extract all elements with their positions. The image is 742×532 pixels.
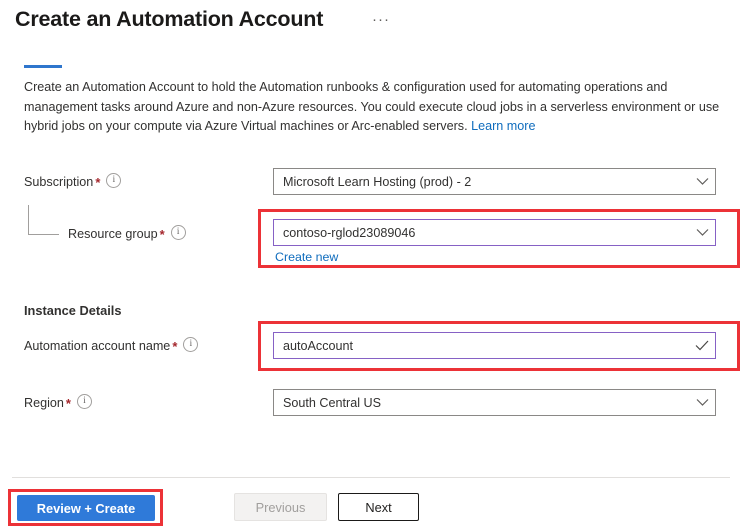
page-header: Create an Automation Account ··· [0,0,742,52]
chevron-down-icon [689,220,715,245]
region-label: Region * [24,394,92,412]
review-create-button[interactable]: Review + Create [17,495,155,521]
automation-account-name-label-text: Automation account name [24,339,171,353]
required-asterisk: * [159,227,165,242]
resource-group-label: Resource group * [68,225,186,243]
previous-button: Previous [234,493,327,521]
automation-account-name-input[interactable]: autoAccount [273,332,716,359]
required-asterisk: * [172,339,178,354]
region-row: Region* South Central US [0,389,742,416]
info-icon[interactable] [106,173,122,188]
create-automation-account-page: Create an Automation Account ··· Create … [0,0,742,532]
chevron-down-icon [689,169,715,194]
required-asterisk: * [65,396,71,411]
learn-more-link[interactable]: Learn more [471,119,535,133]
resource-group-value: contoso-rglod23089046 [283,225,416,240]
subscription-dropdown[interactable]: Microsoft Learn Hosting (prod) - 2 [273,168,716,195]
create-new-resource-group-link[interactable]: Create new [275,250,338,264]
automation-account-name-value: autoAccount [283,338,354,353]
info-icon[interactable] [183,337,199,352]
info-icon[interactable] [76,394,92,409]
region-label-text: Region [24,396,64,410]
subscription-row: Subscription* Microsoft Learn Hosting (p… [0,168,742,195]
instance-details-heading: Instance Details [24,303,122,318]
required-asterisk: * [95,175,101,190]
resource-group-label-text: Resource group [68,227,158,241]
footer-divider [12,477,730,478]
subscription-label-text: Subscription [24,175,94,189]
info-icon[interactable] [170,225,186,240]
region-dropdown[interactable]: South Central US [273,389,716,416]
chevron-down-icon [689,390,715,415]
subscription-label: Subscription * [24,173,122,191]
active-tab-indicator [24,65,62,68]
resource-group-dropdown[interactable]: contoso-rglod23089046 [273,219,716,246]
more-options-icon[interactable]: ··· [372,12,390,27]
page-description: Create an Automation Account to hold the… [24,78,724,137]
description-text: Create an Automation Account to hold the… [24,80,720,133]
subscription-value: Microsoft Learn Hosting (prod) - 2 [283,174,472,189]
page-title: Create an Automation Account [15,7,324,31]
checkmark-icon [689,333,715,358]
automation-account-name-row: Automation account name* autoAccount [0,332,742,359]
next-button[interactable]: Next [338,493,419,521]
resource-group-row: Resource group* contoso-rglod23089046 Cr… [0,219,742,269]
automation-account-name-label: Automation account name * [24,337,199,355]
tab-strip [0,52,742,70]
region-value: South Central US [283,395,382,410]
